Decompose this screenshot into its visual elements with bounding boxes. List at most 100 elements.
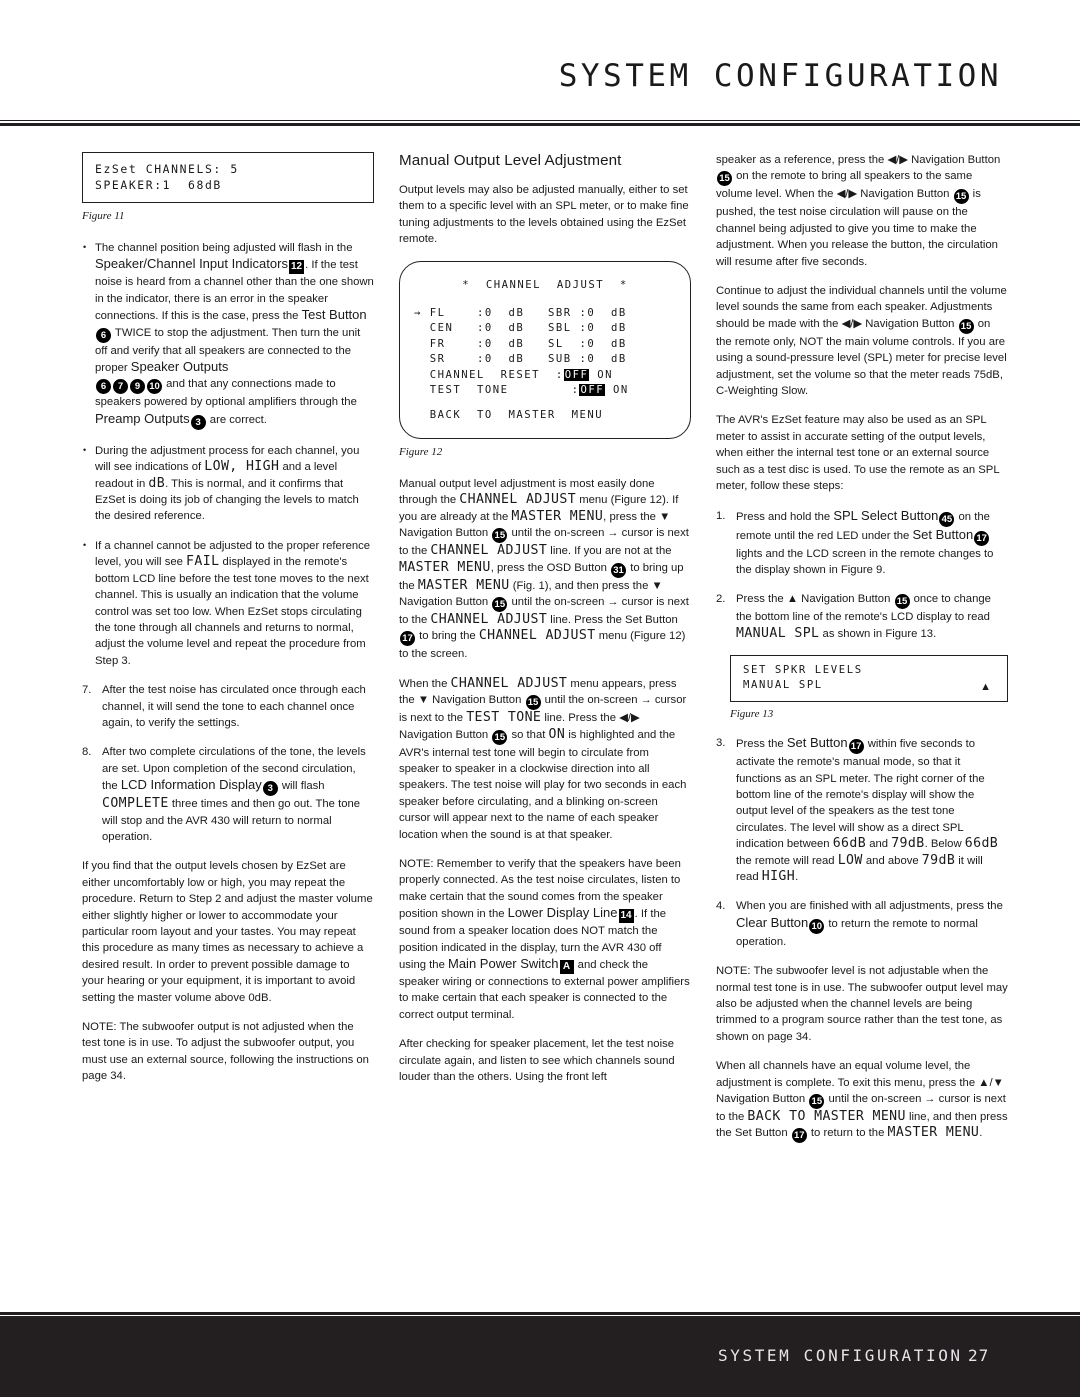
ref-badge-14: 14 bbox=[618, 909, 634, 924]
text-fragment: within five seconds to activate the remo… bbox=[736, 738, 985, 851]
fig13-line-2: MANUAL SPL bbox=[743, 679, 823, 692]
list-item: 7. After the test noise has circulated on… bbox=[82, 682, 374, 731]
osd-label: CHANNEL RESET bbox=[429, 368, 541, 381]
osd-value-other[interactable]: ON bbox=[613, 384, 629, 396]
figure-13-lcd: SET SPKR LEVELS MANUAL SPL ▲ bbox=[730, 655, 1008, 703]
ref-badge-7: 7 bbox=[113, 379, 128, 395]
step-number: 2. bbox=[716, 593, 726, 606]
list-item: 8. After two complete circulations of the… bbox=[82, 744, 374, 845]
triangle-down-icon: ▼ bbox=[417, 694, 430, 707]
text-fragment: Navigation Button bbox=[798, 593, 894, 606]
figure-12-osd: * CHANNEL ADJUST * → FL :0 dB SBR :0 dB … bbox=[399, 260, 691, 439]
ref-badge-15: 15 bbox=[809, 1094, 825, 1110]
triangle-up-icon: ▲ bbox=[980, 681, 991, 694]
text-fragment: until the on-screen bbox=[508, 595, 608, 608]
lcd-term: HIGH bbox=[761, 868, 796, 884]
ui-term: Set Button bbox=[786, 735, 848, 751]
list-item: If a channel cannot be adjusted to the p… bbox=[82, 537, 374, 669]
note-subwoofer-left: NOTE: The subwoofer output is not adjust… bbox=[82, 1021, 369, 1083]
text-fragment: The channel position being adjusted will… bbox=[95, 242, 353, 254]
text-fragment: line. Press the Set Button bbox=[547, 613, 678, 626]
ui-term: Clear Button bbox=[736, 914, 809, 930]
ref-badge-17: 17 bbox=[400, 631, 415, 647]
footer-page-number: 27 bbox=[968, 1346, 990, 1365]
arrow-right-icon: → bbox=[607, 527, 619, 540]
text-fragment: and bbox=[866, 838, 892, 851]
osd-row-back[interactable]: BACK TO MASTER MENU bbox=[414, 408, 676, 423]
ref-badge-6: 6 bbox=[96, 327, 111, 343]
lcd-term: CHANNEL ADJUST bbox=[450, 675, 568, 691]
text-fragment: are correct. bbox=[206, 413, 267, 426]
left-right-arrows-icon: ◀/▶ bbox=[619, 712, 640, 725]
osd-row-channel-reset: CHANNEL RESET :OFF ON bbox=[414, 368, 676, 383]
list-item: 4. When you are finished with all adjustm… bbox=[716, 898, 1008, 950]
paragraph-channel-adjust-menu: Manual output level adjustment is most e… bbox=[399, 476, 691, 663]
right-column: speaker as a reference, press the ◀/▶ Na… bbox=[716, 152, 1008, 1156]
lcd-term: 79dB bbox=[921, 852, 956, 868]
step-number: 8. bbox=[82, 746, 92, 759]
text-fragment: line. Press the bbox=[541, 712, 620, 725]
lcd-term: MASTER MENU bbox=[399, 559, 491, 575]
ref-badge-9: 9 bbox=[130, 379, 145, 395]
osd-right-cell: SUB :0 dB bbox=[547, 353, 627, 366]
text-fragment: so that bbox=[508, 728, 549, 741]
content-columns: EzSet CHANNELS: 5 SPEAKER:1 68dB Figure … bbox=[82, 152, 1008, 1156]
text-fragment: until the on-screen bbox=[541, 694, 641, 707]
paragraph-continue-adjust: Continue to adjust the individual channe… bbox=[716, 283, 1008, 399]
paragraph-reference-speaker: speaker as a reference, press the ◀/▶ Na… bbox=[716, 152, 1008, 270]
osd-row-sr: SR :0 dB SUB :0 dB bbox=[414, 352, 676, 367]
lcd-term: BACK TO MASTER MENU bbox=[747, 1109, 906, 1125]
text-fragment: Press and hold the bbox=[736, 510, 834, 523]
text-fragment: When you are finished with all adjustmen… bbox=[736, 900, 1003, 913]
arrow-right-icon: → bbox=[640, 694, 652, 707]
lcd-term: CHANNEL ADJUST bbox=[430, 543, 548, 559]
section-heading: Manual Output Level Adjustment bbox=[399, 152, 622, 169]
osd-value-other[interactable]: ON bbox=[597, 369, 613, 381]
figure-12-caption: Figure 12 bbox=[399, 445, 443, 458]
text-fragment: speaker as a reference, press the bbox=[716, 154, 888, 166]
osd-value-selected[interactable]: OFF bbox=[563, 368, 590, 381]
ref-badge-15b: 15 bbox=[492, 596, 508, 612]
list-item: 3. Press the Set Button 17 within five sec… bbox=[716, 735, 1008, 885]
lcd-term: COMPLETE bbox=[102, 796, 169, 812]
triangle-down-icon: ▼ bbox=[651, 579, 663, 592]
ref-badge-15: 15 bbox=[525, 695, 541, 711]
ref-badge-15b: 15 bbox=[953, 189, 969, 205]
osd-back-label: BACK TO MASTER MENU bbox=[429, 409, 604, 422]
text-fragment: to bring the bbox=[416, 630, 479, 643]
text-fragment: lights and the LCD screen in the remote … bbox=[736, 547, 994, 576]
lcd-term: 66dB bbox=[832, 836, 867, 852]
up-down-arrows-icon: ▲/▼ bbox=[978, 1076, 1004, 1089]
ref-badge-3: 3 bbox=[190, 414, 206, 430]
page-footer: SYSTEM CONFIGURATION 27 bbox=[0, 1312, 1080, 1397]
figure-11-caption: Figure 11 bbox=[82, 210, 125, 222]
osd-row-fl: → FL :0 dB SBR :0 dB bbox=[414, 306, 676, 321]
lcd-term: 66dB bbox=[964, 836, 999, 852]
osd-right-cell: SL :0 dB bbox=[547, 337, 627, 350]
ref-badge-17: 17 bbox=[974, 530, 990, 546]
ref-badge-3b: 3 bbox=[262, 781, 278, 797]
osd-left-cell: SR :0 dB bbox=[429, 353, 525, 366]
osd-value-selected[interactable]: OFF bbox=[579, 384, 606, 397]
ref-badge-6b: 6 bbox=[96, 379, 111, 395]
triangle-up-icon: ▲ bbox=[786, 593, 799, 606]
note-verify-speakers: NOTE: Remember to verify that the speake… bbox=[399, 856, 691, 1023]
left-numbered-steps: 7. After the test noise has circulated on… bbox=[82, 682, 374, 845]
middle-column: Manual Output Level Adjustment Output le… bbox=[399, 152, 691, 1156]
text-fragment: will flash bbox=[278, 780, 325, 793]
paragraph-repeat-procedure: If you find that the output levels chose… bbox=[82, 860, 373, 1004]
ref-badge-10: 10 bbox=[809, 918, 825, 934]
ui-term: Set Button bbox=[912, 526, 974, 542]
text-fragment: (Fig. 1), and then press the bbox=[509, 579, 652, 592]
osd-left-cell: FL :0 dB bbox=[429, 307, 525, 320]
list-item: During the adjustment process for each c… bbox=[82, 442, 374, 525]
fig11-line-1: EzSet CHANNELS: 5 bbox=[95, 162, 239, 176]
osd-row-test-tone: TEST TONE :OFF ON bbox=[414, 383, 676, 398]
right-numbered-steps-a: 1. Press and hold the SPL Select Button 45… bbox=[716, 508, 1008, 643]
text-fragment: After the test noise has circulated once… bbox=[102, 684, 366, 729]
text-fragment: and above bbox=[862, 854, 922, 867]
paragraph-intro: Output levels may also be adjusted manua… bbox=[399, 184, 689, 246]
text-fragment: Navigation Button bbox=[399, 595, 492, 608]
text-fragment: Navigation Button bbox=[857, 188, 953, 201]
text-fragment: Navigation Button bbox=[907, 154, 1001, 166]
